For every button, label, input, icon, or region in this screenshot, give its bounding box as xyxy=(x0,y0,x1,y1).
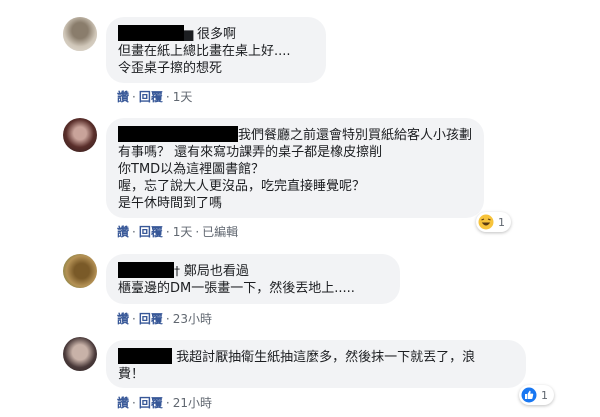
comment-text: 櫃臺邊的DM一張畫一下，然後丟地上..... xyxy=(118,281,355,296)
edited-label[interactable]: 已編輯 xyxy=(202,225,238,239)
comment-text: 有事嗎？ 還有來寫功課弄的桌子都是橡皮擦削 xyxy=(118,145,383,160)
comment-text: 很多啊 xyxy=(197,27,237,42)
like-link[interactable]: 讚 xyxy=(117,312,129,326)
timestamp-link[interactable]: 21小時 xyxy=(173,396,212,410)
comment-actions: 讚 · 回覆 · 1天 xyxy=(117,90,193,104)
avatar[interactable] xyxy=(63,337,97,371)
comment-text: 喔，忘了說大人更沒品，吃完直接睡覺呢？ xyxy=(118,179,366,194)
comment-text: 是午休時間到了嗎 xyxy=(118,196,223,211)
comment-actions: 讚 · 回覆 · 23小時 xyxy=(117,312,212,326)
reply-link[interactable]: 回覆 xyxy=(139,312,163,326)
reaction-count-value: 1 xyxy=(541,388,548,402)
reply-link[interactable]: 回覆 xyxy=(139,225,163,239)
like-icon xyxy=(521,387,537,403)
like-link[interactable]: 讚 xyxy=(117,396,129,410)
haha-icon xyxy=(478,214,494,230)
reaction-count[interactable]: 1 xyxy=(476,212,511,232)
timestamp-link[interactable]: 23小時 xyxy=(173,312,212,326)
like-link[interactable]: 讚 xyxy=(117,225,129,239)
comment-bubble: ▆ 很多啊 但畫在紙上總比畫在桌上好.... 令歪桌子擦的想死 xyxy=(106,17,326,83)
comment-bubble: 我們餐廳之前還會特別買紙給客人小孩劃 有事嗎？ 還有來寫功課弄的桌子都是橡皮擦削… xyxy=(106,118,484,218)
reply-link[interactable]: 回覆 xyxy=(139,90,163,104)
redacted-author xyxy=(118,262,174,278)
redacted-author xyxy=(118,126,238,142)
reply-link[interactable]: 回覆 xyxy=(139,396,163,410)
comment-text: 費！ xyxy=(118,367,145,382)
redacted-author xyxy=(118,348,172,364)
comment-text: 我超討厭抽衛生紙抽這麼多，然後抹一下就丟了，浪 xyxy=(176,350,476,365)
avatar[interactable] xyxy=(63,17,97,51)
avatar[interactable] xyxy=(63,118,97,152)
comment-text: 但畫在紙上總比畫在桌上好.... xyxy=(118,44,291,59)
reaction-count[interactable]: 1 xyxy=(519,385,554,405)
redacted-author xyxy=(118,25,184,41)
comment-text: 我們餐廳之前還會特別買紙給客人小孩劃 xyxy=(238,128,473,143)
comment-actions: 讚 · 回覆 · 21小時 xyxy=(117,396,212,410)
reaction-count-value: 1 xyxy=(498,215,505,229)
comment-actions: 讚 · 回覆 · 1天 · 已編輯 xyxy=(117,225,239,239)
timestamp-link[interactable]: 1天 xyxy=(173,90,193,104)
comment-bubble: 我超討厭抽衛生紙抽這麼多，然後抹一下就丟了，浪 費！ xyxy=(106,340,526,388)
avatar[interactable] xyxy=(63,254,97,288)
comment-text: 令歪桌子擦的想死 xyxy=(118,61,223,76)
comment-bubble: † 鄭局也看過 櫃臺邊的DM一張畫一下，然後丟地上..... xyxy=(106,254,400,304)
like-link[interactable]: 讚 xyxy=(117,90,129,104)
timestamp-link[interactable]: 1天 xyxy=(173,225,193,239)
comment-text: 你TMD以為這裡圖書館？ xyxy=(118,162,265,177)
comment-text: 鄭局也看過 xyxy=(183,264,249,279)
